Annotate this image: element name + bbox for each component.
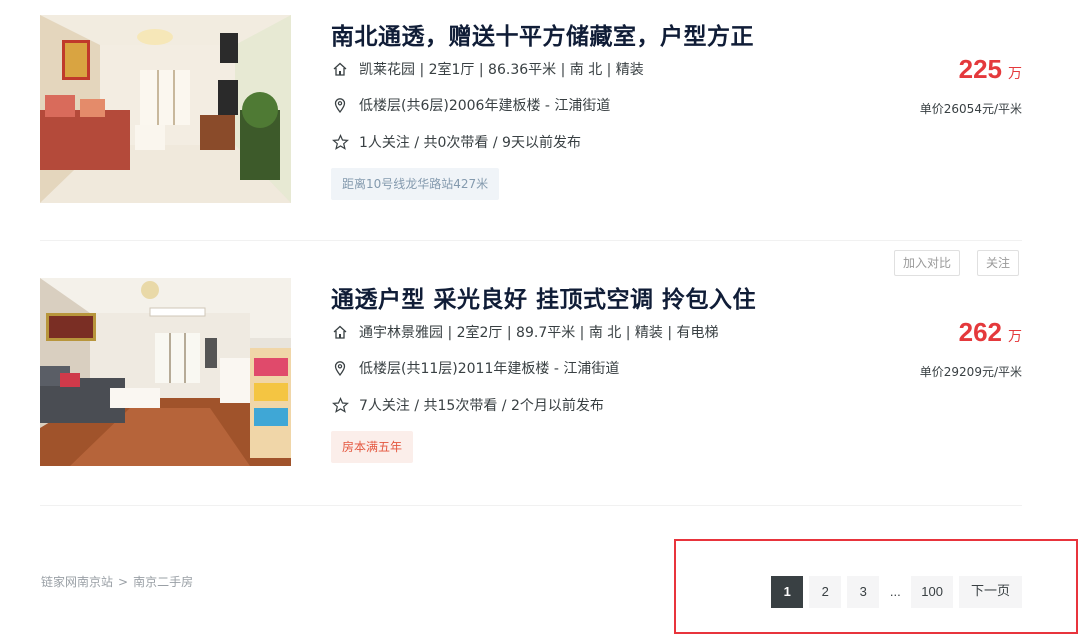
pagination: 1 2 3 ... 100 下一页: [771, 576, 1022, 608]
follow-button[interactable]: 关注: [977, 250, 1020, 276]
house-icon: [331, 323, 349, 341]
price-value: 225: [958, 54, 1002, 84]
house-icon: [331, 60, 349, 78]
follow-info: 7人关注 / 共15次带看 / 2个月以前发布: [331, 395, 604, 415]
unit-price: 单价29209元/平米: [919, 365, 1022, 379]
position-info-text[interactable]: 低楼层(共11层)2011年建板楼 - 江浦街道: [359, 358, 619, 378]
divider: [40, 240, 1022, 241]
add-to-compare-button[interactable]: 加入对比: [894, 250, 961, 276]
house-info: 凯莱花园 | 2室1厅 | 86.36平米 | 南 北 | 精装: [331, 59, 644, 79]
tax-free-tag: 房本满五年: [331, 431, 414, 463]
follow-info-text: 1人关注 / 共0次带看 / 9天以前发布: [359, 135, 581, 151]
star-icon: [331, 396, 349, 414]
breadcrumb-current-link[interactable]: 南京二手房: [133, 575, 193, 589]
page-button-last[interactable]: 100: [911, 576, 953, 608]
position-info: 低楼层(共6层)2006年建板楼 - 江浦街道: [331, 95, 610, 115]
breadcrumb: 链家网南京站 > 南京二手房: [41, 573, 193, 590]
position-info-text[interactable]: 低楼层(共6层)2006年建板楼 - 江浦街道: [359, 95, 610, 115]
follow-info-text: 7人关注 / 共15次带看 / 2个月以前发布: [359, 398, 604, 414]
price-unit: 万: [1008, 329, 1022, 345]
total-price: 262 万: [959, 317, 1022, 348]
breadcrumb-home-link[interactable]: 链家网南京站: [41, 575, 113, 589]
page-button-current[interactable]: 1: [771, 576, 804, 608]
position-info: 低楼层(共11层)2011年建板楼 - 江浦街道: [331, 358, 619, 378]
listing-photo[interactable]: [40, 15, 291, 203]
location-pin-icon: [331, 96, 349, 114]
location-pin-icon: [331, 359, 349, 377]
follow-info: 1人关注 / 共0次带看 / 9天以前发布: [331, 132, 581, 152]
price-value: 262: [958, 317, 1002, 347]
page-ellipsis: ...: [889, 584, 901, 599]
star-icon: [331, 133, 349, 151]
listing-photo[interactable]: [40, 278, 291, 466]
divider: [40, 505, 1022, 506]
price-unit: 万: [1008, 66, 1022, 82]
listing-page: 南北通透，赠送十平方储藏室，户型方正 凯莱花园 | 2室1厅 | 86.36平米…: [0, 0, 1080, 641]
breadcrumb-separator: >: [118, 575, 129, 589]
house-info-text[interactable]: 凯莱花园 | 2室1厅 | 86.36平米 | 南 北 | 精装: [359, 59, 644, 79]
page-button[interactable]: 3: [847, 576, 880, 608]
subway-tag: 距离10号线龙华路站427米: [331, 168, 500, 200]
house-info: 通宇林景雅园 | 2室2厅 | 89.7平米 | 南 北 | 精装 | 有电梯: [331, 322, 719, 342]
next-page-button[interactable]: 下一页: [958, 576, 1022, 608]
page-button[interactable]: 2: [809, 576, 842, 608]
listing-title[interactable]: 南北通透，赠送十平方储藏室，户型方正: [331, 17, 754, 51]
unit-price: 单价26054元/平米: [919, 102, 1022, 116]
total-price: 225 万: [959, 54, 1022, 85]
listing-title[interactable]: 通透户型 采光良好 挂顶式空调 拎包入住: [331, 280, 756, 314]
house-info-text[interactable]: 通宇林景雅园 | 2室2厅 | 89.7平米 | 南 北 | 精装 | 有电梯: [359, 322, 719, 342]
